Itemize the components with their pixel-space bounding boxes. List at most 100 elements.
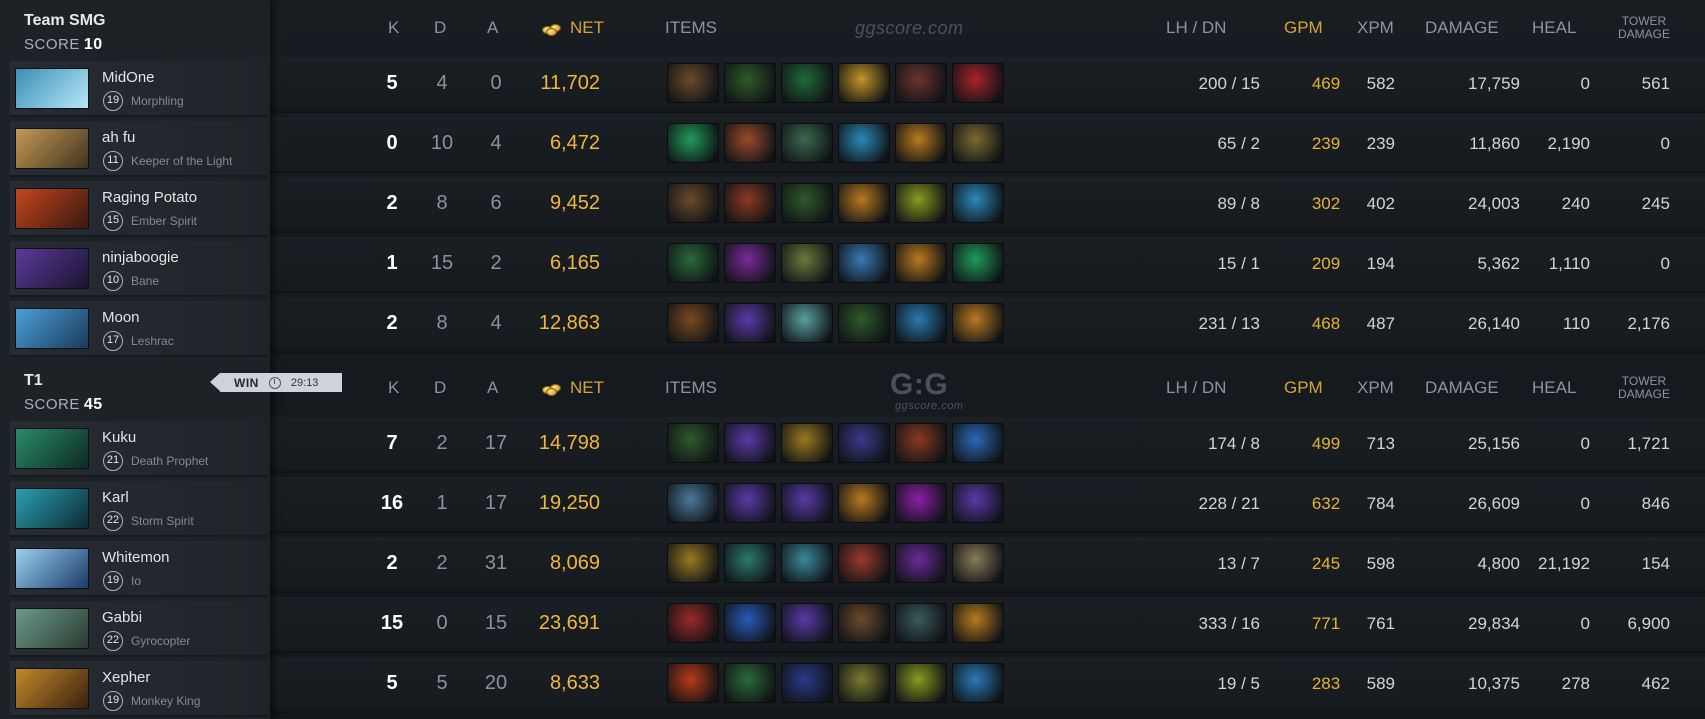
header-damage[interactable]: DAMAGE bbox=[1425, 18, 1499, 38]
item-slot[interactable] bbox=[952, 63, 1004, 103]
item-slot[interactable] bbox=[667, 663, 719, 703]
player-entry[interactable]: Whitemon 19 Io bbox=[10, 541, 268, 597]
item-slot[interactable] bbox=[667, 603, 719, 643]
header-items[interactable]: ITEMS bbox=[665, 18, 717, 38]
header-tower-damage[interactable]: TOWER DAMAGE bbox=[1618, 375, 1670, 401]
item-slot[interactable] bbox=[895, 123, 947, 163]
header-deaths[interactable]: D bbox=[434, 18, 446, 38]
item-slot[interactable] bbox=[838, 303, 890, 343]
item-slot[interactable] bbox=[952, 663, 1004, 703]
item-slot[interactable] bbox=[838, 123, 890, 163]
item-slot[interactable] bbox=[781, 483, 833, 523]
item-slot[interactable] bbox=[667, 423, 719, 463]
item-slot[interactable] bbox=[895, 543, 947, 583]
player-name[interactable]: Moon bbox=[102, 309, 140, 326]
item-slot[interactable] bbox=[724, 243, 776, 283]
item-slot[interactable] bbox=[952, 123, 1004, 163]
item-slot[interactable] bbox=[781, 123, 833, 163]
item-slot[interactable] bbox=[895, 303, 947, 343]
player-entry[interactable]: Kuku 21 Death Prophet bbox=[10, 421, 268, 477]
item-slot[interactable] bbox=[724, 183, 776, 223]
item-slot[interactable] bbox=[895, 663, 947, 703]
item-slot[interactable] bbox=[838, 603, 890, 643]
player-entry[interactable]: ah fu 11 Keeper of the Light bbox=[10, 121, 268, 177]
header-deaths[interactable]: D bbox=[434, 378, 446, 398]
player-name[interactable]: Kuku bbox=[102, 429, 136, 446]
item-slot[interactable] bbox=[781, 243, 833, 283]
player-entry[interactable]: Raging Potato 15 Ember Spirit bbox=[10, 181, 268, 237]
item-slot[interactable] bbox=[667, 303, 719, 343]
item-slot[interactable] bbox=[781, 603, 833, 643]
item-slot[interactable] bbox=[952, 183, 1004, 223]
item-slot[interactable] bbox=[838, 183, 890, 223]
item-slot[interactable] bbox=[781, 543, 833, 583]
player-entry[interactable]: Xepher 19 Monkey King bbox=[10, 661, 268, 717]
player-name[interactable]: Gabbi bbox=[102, 609, 142, 626]
item-slot[interactable] bbox=[724, 663, 776, 703]
item-slot[interactable] bbox=[952, 423, 1004, 463]
item-slot[interactable] bbox=[667, 483, 719, 523]
item-slot[interactable] bbox=[724, 63, 776, 103]
item-slot[interactable] bbox=[781, 183, 833, 223]
item-slot[interactable] bbox=[838, 543, 890, 583]
header-tower-damage[interactable]: TOWER DAMAGE bbox=[1618, 15, 1670, 41]
item-slot[interactable] bbox=[952, 243, 1004, 283]
item-slot[interactable] bbox=[667, 183, 719, 223]
item-slot[interactable] bbox=[667, 63, 719, 103]
player-entry[interactable]: ninjaboogie 10 Bane bbox=[10, 241, 268, 297]
header-gpm[interactable]: GPM bbox=[1284, 378, 1323, 398]
player-name[interactable]: ninjaboogie bbox=[102, 249, 179, 266]
player-name[interactable]: ah fu bbox=[102, 129, 135, 146]
item-slot[interactable] bbox=[724, 603, 776, 643]
item-slot[interactable] bbox=[667, 543, 719, 583]
header-gpm[interactable]: GPM bbox=[1284, 18, 1323, 38]
item-slot[interactable] bbox=[781, 663, 833, 703]
player-name[interactable]: Karl bbox=[102, 489, 129, 506]
item-slot[interactable] bbox=[895, 423, 947, 463]
item-slot[interactable] bbox=[952, 483, 1004, 523]
item-slot[interactable] bbox=[724, 543, 776, 583]
header-items[interactable]: ITEMS bbox=[665, 378, 717, 398]
header-networth[interactable]: NET bbox=[570, 18, 604, 38]
item-slot[interactable] bbox=[724, 123, 776, 163]
header-xpm[interactable]: XPM bbox=[1357, 378, 1394, 398]
player-entry[interactable]: Gabbi 22 Gyrocopter bbox=[10, 601, 268, 657]
item-slot[interactable] bbox=[838, 663, 890, 703]
item-slot[interactable] bbox=[838, 423, 890, 463]
item-slot[interactable] bbox=[781, 303, 833, 343]
header-xpm[interactable]: XPM bbox=[1357, 18, 1394, 38]
item-slot[interactable] bbox=[667, 243, 719, 283]
header-heal[interactable]: HEAL bbox=[1532, 18, 1576, 38]
item-slot[interactable] bbox=[781, 423, 833, 463]
item-slot[interactable] bbox=[838, 63, 890, 103]
item-slot[interactable] bbox=[895, 603, 947, 643]
item-slot[interactable] bbox=[895, 483, 947, 523]
item-slot[interactable] bbox=[895, 183, 947, 223]
item-slot[interactable] bbox=[952, 303, 1004, 343]
player-name[interactable]: Raging Potato bbox=[102, 189, 197, 206]
item-slot[interactable] bbox=[895, 63, 947, 103]
header-assists[interactable]: A bbox=[487, 18, 498, 38]
item-slot[interactable] bbox=[838, 243, 890, 283]
item-slot[interactable] bbox=[724, 303, 776, 343]
item-slot[interactable] bbox=[667, 123, 719, 163]
header-lasthits-denies[interactable]: LH / DN bbox=[1166, 18, 1226, 38]
player-name[interactable]: MidOne bbox=[102, 69, 155, 86]
header-kills[interactable]: K bbox=[388, 18, 399, 38]
header-kills[interactable]: K bbox=[388, 378, 399, 398]
item-slot[interactable] bbox=[724, 423, 776, 463]
player-entry[interactable]: Moon 17 Leshrac bbox=[10, 301, 268, 357]
item-slot[interactable] bbox=[952, 603, 1004, 643]
header-heal[interactable]: HEAL bbox=[1532, 378, 1576, 398]
player-entry[interactable]: MidOne 19 Morphling bbox=[10, 61, 268, 117]
item-slot[interactable] bbox=[952, 543, 1004, 583]
header-damage[interactable]: DAMAGE bbox=[1425, 378, 1499, 398]
item-slot[interactable] bbox=[895, 243, 947, 283]
player-name[interactable]: Whitemon bbox=[102, 549, 170, 566]
item-slot[interactable] bbox=[724, 483, 776, 523]
player-name[interactable]: Xepher bbox=[102, 669, 150, 686]
player-entry[interactable]: Karl 22 Storm Spirit bbox=[10, 481, 268, 537]
item-slot[interactable] bbox=[838, 483, 890, 523]
header-lasthits-denies[interactable]: LH / DN bbox=[1166, 378, 1226, 398]
header-networth[interactable]: NET bbox=[570, 378, 604, 398]
